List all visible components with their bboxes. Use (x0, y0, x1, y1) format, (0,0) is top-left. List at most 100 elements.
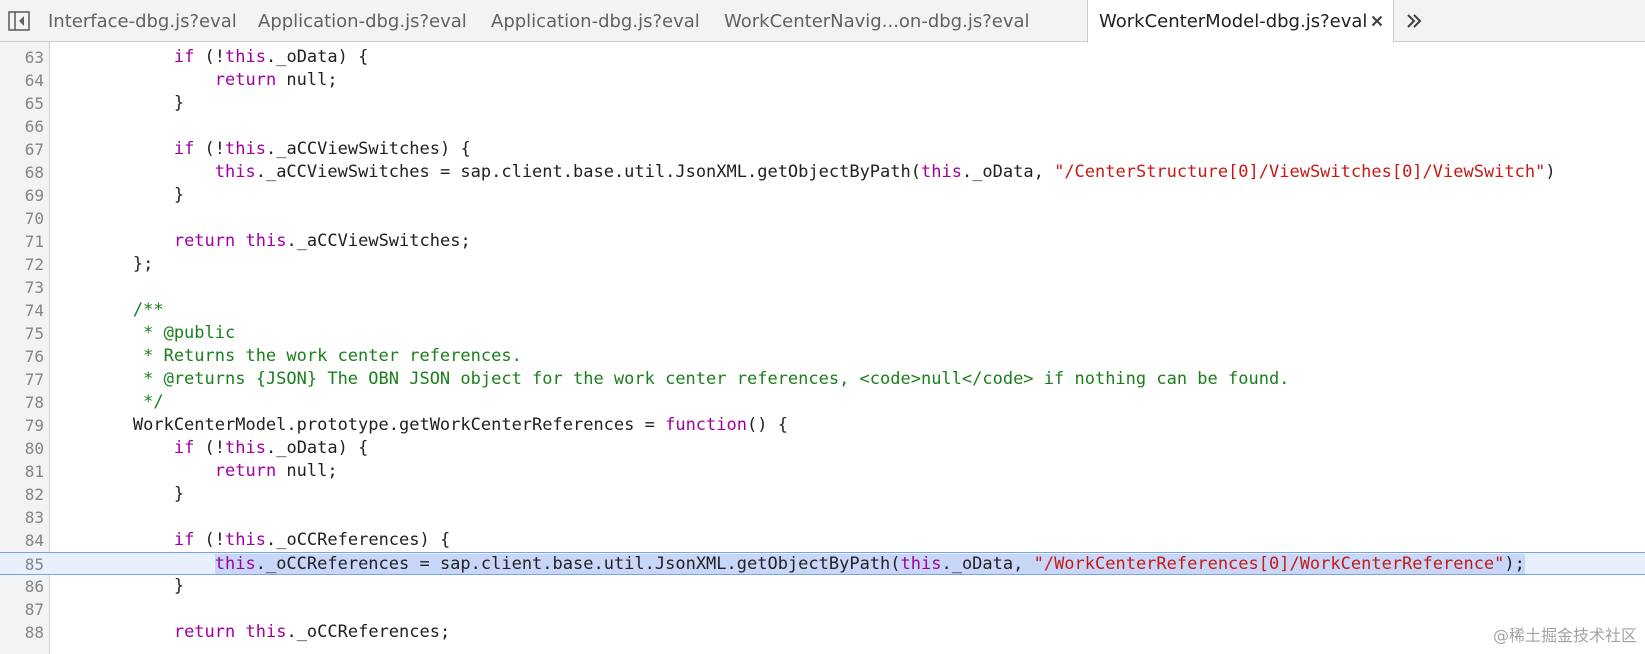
code-line[interactable]: 64 return null; (0, 69, 1645, 92)
editor-tab-bar: Interface-dbg.js?eval Application-dbg.js… (0, 0, 1645, 43)
line-number[interactable]: 63 (0, 46, 44, 69)
tab-workcenter-navigation-dbg[interactable]: WorkCenterNavig...on-dbg.js?eval (713, 0, 1036, 42)
line-number[interactable]: 66 (0, 115, 44, 138)
line-number[interactable]: 81 (0, 460, 44, 483)
code-token: this (214, 554, 256, 574)
code-token: ); (1504, 554, 1525, 574)
code-text: }; (51, 253, 153, 276)
code-token: return (214, 461, 277, 481)
line-number[interactable]: 76 (0, 345, 44, 368)
line-number[interactable]: 74 (0, 299, 44, 322)
line-number[interactable]: 64 (0, 69, 44, 92)
line-number[interactable]: 85 (0, 553, 44, 576)
code-line[interactable]: 82 } (0, 483, 1645, 506)
code-token: ._oData, (961, 162, 1055, 182)
line-number[interactable]: 78 (0, 391, 44, 414)
line-number[interactable]: 87 (0, 598, 44, 621)
code-token: ._aCCViewSwitches) { (265, 139, 471, 159)
line-number[interactable]: 67 (0, 138, 44, 161)
line-number[interactable]: 83 (0, 506, 44, 529)
code-line[interactable]: 70 (0, 207, 1645, 230)
code-token: ) (1545, 162, 1556, 182)
code-line[interactable]: 78 */ (0, 391, 1645, 414)
code-line[interactable]: 77 * @returns {JSON} The OBN JSON object… (0, 368, 1645, 391)
code-text: this._oCCReferences = sap.client.base.ut… (51, 553, 1525, 576)
watermark: @稀土掘金技术社区 (1492, 626, 1637, 645)
code-token: ._oData, (941, 554, 1034, 574)
close-icon[interactable] (1367, 11, 1387, 31)
code-line[interactable]: 66 (0, 115, 1645, 138)
line-number[interactable]: 84 (0, 529, 44, 552)
line-number[interactable]: 79 (0, 414, 44, 437)
code-token: } (51, 185, 185, 205)
line-number[interactable]: 80 (0, 437, 44, 460)
tab-interface-dbg[interactable]: Interface-dbg.js?eval (37, 0, 247, 42)
code-line[interactable]: 65 } (0, 92, 1645, 115)
code-line[interactable]: 71 return this._aCCViewSwitches; (0, 230, 1645, 253)
tab-label: WorkCenterModel-dbg.js?eval (1099, 11, 1368, 32)
code-text: return this._oCCReferences; (51, 621, 450, 644)
line-number[interactable]: 77 (0, 368, 44, 391)
code-line[interactable]: 76 * Returns the work center references. (0, 345, 1645, 368)
code-text: /** (51, 299, 164, 322)
code-line[interactable]: 69 } (0, 184, 1645, 207)
code-token: return (173, 231, 236, 251)
code-token: }; (51, 254, 154, 274)
code-token: } (51, 484, 185, 504)
line-number[interactable]: 71 (0, 230, 44, 253)
code-line[interactable]: 67 if (!this._aCCViewSwitches) { (0, 138, 1645, 161)
line-number[interactable]: 65 (0, 92, 44, 115)
code-editor[interactable]: 63 if (!this._oData) {64 return null; 65 … (0, 42, 1645, 654)
code-line[interactable]: 79 WorkCenterModel.prototype.getWorkCent… (0, 414, 1645, 437)
code-text: return null; (51, 460, 338, 483)
tab-application-dbg-2[interactable]: Application-dbg.js?eval (480, 0, 713, 42)
line-number[interactable]: 88 (0, 621, 44, 644)
code-line[interactable]: 81 return null; (0, 460, 1645, 483)
code-line[interactable]: 83 (0, 506, 1645, 529)
code-line[interactable]: 68 this._aCCViewSwitches = sap.client.ba… (0, 161, 1645, 184)
line-number[interactable]: 73 (0, 276, 44, 299)
code-text: if (!this._aCCViewSwitches) { (51, 138, 471, 161)
line-number[interactable]: 69 (0, 184, 44, 207)
code-text: WorkCenterModel.prototype.getWorkCenterR… (51, 414, 788, 437)
double-chevron-right-icon[interactable] (1400, 9, 1428, 33)
code-token: this (225, 530, 266, 550)
code-line[interactable]: 85 this._oCCReferences = sap.client.base… (0, 552, 1645, 575)
code-line[interactable]: 88 return this._oCCReferences; (0, 621, 1645, 644)
code-token: * @returns {JSON} The OBN JSON object fo… (51, 369, 1290, 389)
code-token: this (225, 47, 266, 67)
sidebar-toggle-icon[interactable] (6, 9, 32, 33)
code-line[interactable]: 73 (0, 276, 1645, 299)
code-line[interactable]: 86 } (0, 575, 1645, 598)
line-number[interactable]: 70 (0, 207, 44, 230)
line-number[interactable]: 82 (0, 483, 44, 506)
tab-workcenter-model-dbg[interactable]: WorkCenterModel-dbg.js?eval (1087, 0, 1394, 43)
code-token: if (173, 47, 195, 67)
code-line[interactable]: 87 (0, 598, 1645, 621)
line-number[interactable]: 68 (0, 161, 44, 184)
line-number[interactable]: 72 (0, 253, 44, 276)
code-token: () { (746, 415, 788, 435)
code-line[interactable]: 74 /** (0, 299, 1645, 322)
line-number[interactable]: 86 (0, 575, 44, 598)
code-token: if (173, 139, 195, 159)
code-token: function (665, 415, 747, 435)
code-line[interactable]: 75 * @public (0, 322, 1645, 345)
code-line[interactable]: 84 if (!this._oCCReferences) { (0, 529, 1645, 552)
code-token: null; (276, 461, 338, 481)
code-line[interactable]: 63 if (!this._oData) { (0, 46, 1645, 69)
line-number[interactable]: 75 (0, 322, 44, 345)
tab-application-dbg-1[interactable]: Application-dbg.js?eval (247, 0, 481, 42)
code-token: this (225, 438, 266, 458)
code-line[interactable]: 72 }; (0, 253, 1645, 276)
code-token: } (51, 93, 185, 113)
code-token: */ (51, 392, 164, 412)
code-token: this (214, 162, 256, 182)
code-text: } (51, 483, 184, 506)
code-line[interactable]: 80 if (!this._oData) { (0, 437, 1645, 460)
